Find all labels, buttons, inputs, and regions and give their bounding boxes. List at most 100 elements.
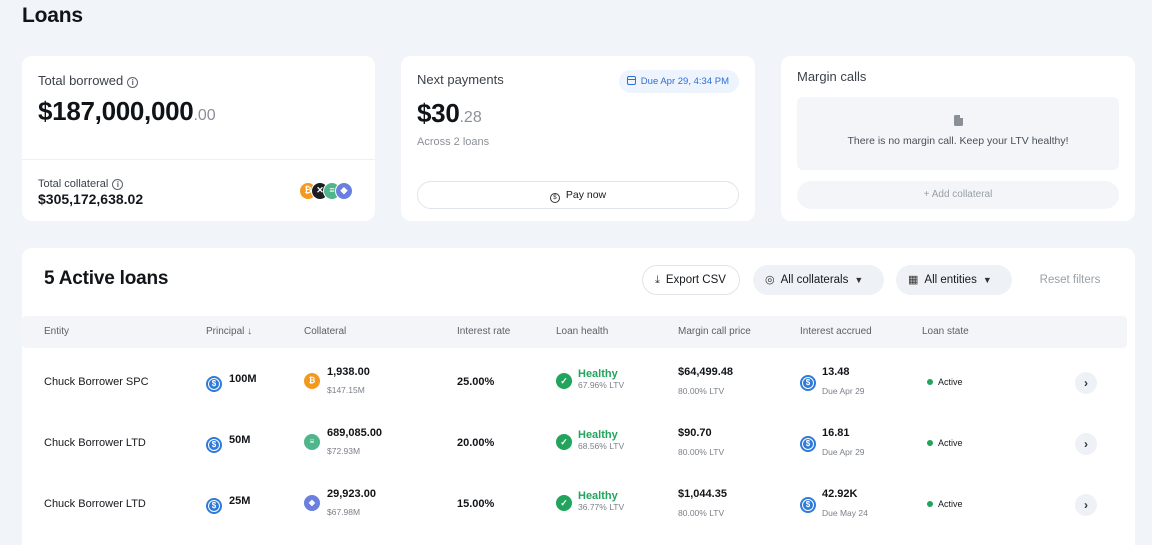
column-interest-rate: Interest rate [457,326,511,337]
column-margin-call-price: Margin call price [678,326,751,337]
next-payment-sub: Across 2 loans [417,136,490,148]
row-principal-value: 50M [229,434,251,446]
column-loan-health: Loan health [556,326,609,337]
total-collateral-label: Total collateral [38,178,109,190]
margin-calls-card: Margin calls There is no margin call. Ke… [781,56,1135,221]
row-state-label: Active [938,499,963,509]
row-health-status: Healthy [578,429,618,441]
page-title: Loans [22,4,83,27]
column-interest-accrued: Interest accrued [800,326,872,337]
add-collateral-button[interactable]: + Add collateral [797,181,1119,209]
row-health-ltv: 67.96% LTV [578,380,625,390]
row-principal: $100M [206,373,257,392]
active-loans-title: 5 Active loans [44,268,169,289]
row-mcp-ltv: 80.00% LTV [678,508,725,518]
due-date-badge: Due Apr 29, 4:34 PM [618,70,739,93]
ethereum-icon: ◆ [304,495,320,511]
column-loan-state: Loan state [922,326,969,337]
usdc-icon: $ [206,498,222,514]
row-health-ltv: 36.77% LTV [578,502,625,512]
usdc-icon: $ [800,436,816,452]
next-payment-cents: .28 [459,109,482,126]
row-health-ltv: 68.56% LTV [578,441,625,451]
row-interest-rate: 20.00% [457,437,495,449]
row-loan-state: Active [927,377,963,387]
pay-now-button[interactable]: $ Pay now [417,181,739,209]
usdc-icon: $ [206,376,222,392]
coins-icon: ◎ [765,274,775,286]
status-dot [927,440,933,446]
reset-filters-button[interactable]: Reset filters [1025,265,1115,295]
row-open-button[interactable]: › [1075,494,1097,516]
pay-now-label: Pay now [565,189,607,201]
info-icon[interactable]: i [112,179,124,190]
info-icon[interactable]: i [127,77,139,88]
bitcoin-icon: ₿ [304,373,320,389]
due-date-text: Due Apr 29, 4:34 PM [640,76,729,87]
table-row[interactable]: Chuck Borrower LTD $25M ◆ 29,923.00 $67.… [22,472,1127,533]
next-payments-label: Next payments [417,72,504,87]
table-row[interactable]: Chuck Borrower SPC $100M ₿ 1,938.00 $147… [22,350,1127,411]
active-loans-card: 5 Active loans ⤓ Export CSV ◎ All collater… [22,248,1135,545]
margin-calls-empty-text: There is no margin call. Keep your LTV h… [847,135,1069,147]
table-row[interactable]: Chuck Borrower LTD $50M ≡ 689,085.00 $72… [22,411,1127,472]
row-entity: Chuck Borrower LTD [44,498,146,510]
row-open-button[interactable]: › [1075,433,1097,455]
total-borrowed-amount: $187,000,000.00 [38,96,216,127]
row-interest-rate: 25.00% [457,376,495,388]
row-accrued-due: Due Apr 29 [822,386,865,396]
calendar-icon [626,76,636,85]
row-collateral-value: $72.93M [327,446,361,456]
total-borrowed-label-wrap: Total borrowed i [38,72,139,90]
entities-filter-label: All entities [924,274,977,286]
check-shield-icon: ✓ [556,434,572,450]
next-payment-amount: $30.28 [417,98,482,129]
status-dot [927,501,933,507]
row-principal-value: 100M [229,373,257,385]
check-shield-icon: ✓ [556,373,572,389]
collaterals-filter-label: All collaterals [780,274,849,286]
row-mcp-ltv: 80.00% LTV [678,386,725,396]
row-entity: Chuck Borrower LTD [44,437,146,449]
row-state-label: Active [938,438,963,448]
entities-filter[interactable]: ▦ All entities ▼ [896,265,1012,295]
row-mcp-ltv: 80.00% LTV [678,447,725,457]
next-payment-amount-main: $30 [417,98,460,128]
column-entity: Entity [44,326,70,337]
row-accrued-value: 13.48 [822,366,850,378]
margin-calls-label: Margin calls [797,69,867,84]
status-dot [927,379,933,385]
row-accrued-due: Due May 24 [822,508,868,518]
export-csv-label: Export CSV [665,274,726,286]
coin-icon: $ [549,193,560,203]
row-mcp-value: $90.70 [678,427,712,439]
solana-icon: ≡ [304,434,320,450]
margin-calls-empty-state: There is no margin call. Keep your LTV h… [797,97,1119,170]
next-payments-card: Next payments Due Apr 29, 4:34 PM $30.28… [401,56,755,221]
row-collateral-amount: 1,938.00 [327,366,370,378]
divider [22,159,375,160]
row-collateral-value: $147.15M [327,385,365,395]
row-loan-state: Active [927,438,963,448]
row-accrued-value: 16.81 [822,427,850,439]
download-icon: ⤓ [655,274,660,286]
total-collateral-amount: $305,172,638.02 [38,191,144,207]
collaterals-filter[interactable]: ◎ All collaterals ▼ [753,265,884,295]
chevron-down-icon: ▼ [854,275,864,285]
total-collateral-label-wrap: Total collateral i [38,174,124,192]
check-shield-icon: ✓ [556,495,572,511]
row-interest-rate: 15.00% [457,498,495,510]
row-collateral-amount: 689,085.00 [327,427,383,439]
table-header: Entity Principal ↓ Collateral Interest r… [22,316,1127,348]
column-principal[interactable]: Principal ↓ [206,316,252,348]
row-collateral-value: $67.98M [327,507,361,517]
total-borrowed-amount-main: $187,000,000 [38,96,194,126]
row-mcp-value: $64,499.48 [678,366,734,378]
export-csv-button[interactable]: ⤓ Export CSV [642,265,740,295]
collateral-coin-stack: ₿ ✕ ≡ ◆ [299,182,359,200]
total-borrowed-cents: .00 [193,107,216,124]
row-open-button[interactable]: › [1075,372,1097,394]
total-borrowed-label: Total borrowed [38,73,124,88]
row-loan-state: Active [927,499,963,509]
usdc-icon: $ [206,437,222,453]
